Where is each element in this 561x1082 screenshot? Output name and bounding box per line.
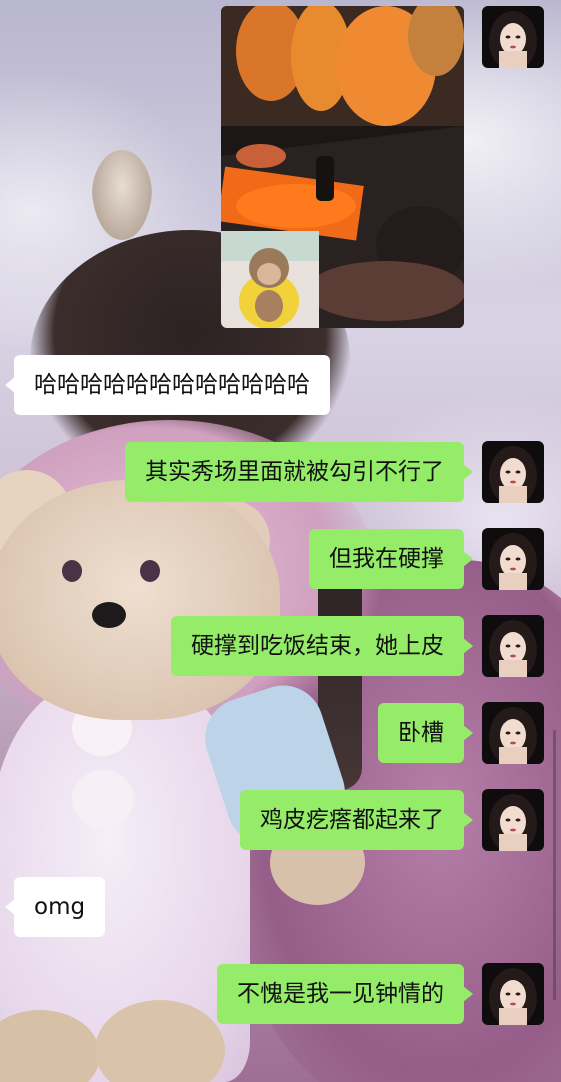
scrollbar[interactable]: [553, 730, 556, 1000]
message-bubble-sent[interactable]: 鸡皮疙瘩都起来了: [240, 790, 473, 850]
my-avatar[interactable]: [482, 441, 544, 503]
my-avatar[interactable]: [482, 963, 544, 1025]
my-avatar[interactable]: [482, 789, 544, 851]
my-avatar[interactable]: [482, 615, 544, 677]
my-avatar[interactable]: [482, 528, 544, 590]
my-avatar[interactable]: [482, 6, 544, 68]
message-bubble-sent[interactable]: 其实秀场里面就被勾引不行了: [125, 442, 473, 502]
message-bubble-sent[interactable]: 但我在硬撑: [309, 529, 473, 589]
message-bubble-sent[interactable]: 卧槽: [378, 703, 473, 763]
message-bubble-sent[interactable]: 硬撑到吃饭结束，她上皮: [171, 616, 473, 676]
photo-message[interactable]: [221, 6, 464, 328]
message-bubble-received[interactable]: 哈哈哈哈哈哈哈哈哈哈哈哈: [5, 355, 330, 415]
message-bubble-received[interactable]: omg: [4, 877, 106, 937]
my-avatar[interactable]: [482, 702, 544, 764]
message-bubble-sent[interactable]: 不愧是我一见钟情的: [217, 964, 473, 1024]
